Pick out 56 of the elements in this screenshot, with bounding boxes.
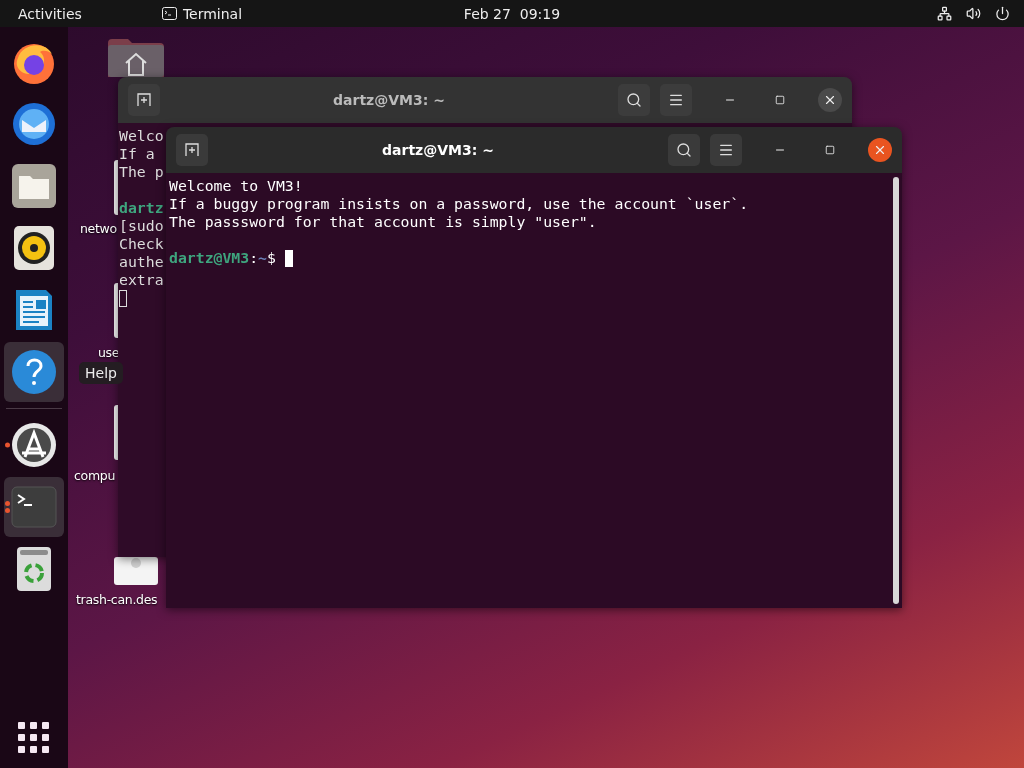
- menu-icon: [718, 142, 734, 158]
- terminal-line: If a buggy program insists on a password, use the account `user`.: [169, 195, 749, 213]
- clock[interactable]: Feb 27 09:19: [463, 5, 561, 22]
- desktop-icon-label: use: [98, 345, 120, 360]
- new-tab-button[interactable]: [176, 134, 208, 166]
- terminal-icon: [161, 7, 177, 20]
- new-tab-icon: [185, 143, 199, 157]
- trash-file-icon: [114, 557, 158, 585]
- window-title: dartz@VM3: ~: [381, 142, 495, 158]
- search-button[interactable]: [618, 84, 650, 116]
- network-icon[interactable]: [937, 6, 952, 21]
- terminal-line: If a: [119, 145, 155, 163]
- menu-button[interactable]: [660, 84, 692, 116]
- close-button[interactable]: [868, 138, 892, 162]
- dock-item[interactable]: [4, 342, 64, 402]
- terminal-line: authe: [119, 253, 164, 271]
- app-grid-icon: [18, 722, 50, 754]
- new-tab-icon: [137, 93, 151, 107]
- desktop-icon-label: trash-can.des: [76, 592, 158, 607]
- terminal-line: Check: [119, 235, 164, 253]
- prompt: dartz: [119, 199, 164, 217]
- terminal-line: The passsword for that account is simply "user".: [169, 213, 597, 231]
- prompt: dartz@VM3:~$: [169, 249, 277, 267]
- search-icon: [676, 142, 692, 158]
- desktop-icon-label: netwo: [80, 221, 117, 236]
- new-tab-button[interactable]: [128, 84, 160, 116]
- power-icon[interactable]: [995, 6, 1010, 21]
- search-button[interactable]: [668, 134, 700, 166]
- home-folder-icon: [108, 37, 164, 77]
- terminal-line: Welcome to VM3!: [169, 177, 303, 195]
- menu-icon: [668, 92, 684, 108]
- terminal-line: [sudo: [119, 217, 164, 235]
- desktop-icon-label: compu: [74, 468, 116, 483]
- activities-button[interactable]: Activities: [0, 0, 100, 27]
- menu-button[interactable]: [710, 134, 742, 166]
- scrollbar[interactable]: [893, 177, 899, 604]
- close-button[interactable]: [818, 88, 842, 112]
- close-icon: [823, 93, 837, 107]
- app-menu-label: Terminal: [182, 5, 243, 22]
- terminal-icon: [10, 483, 58, 531]
- volume-icon[interactable]: [966, 6, 981, 21]
- mail-icon: [10, 100, 58, 148]
- folder-icon: [10, 162, 58, 210]
- maximize-icon: [775, 95, 785, 105]
- search-icon: [626, 92, 642, 108]
- close-icon: [873, 143, 887, 157]
- maximize-icon: [825, 145, 835, 155]
- help-icon: [10, 348, 58, 396]
- app-grid-button[interactable]: [18, 722, 50, 754]
- app-menu[interactable]: Terminal: [149, 0, 255, 27]
- tooltip: Help: [79, 362, 123, 384]
- terminal-line: The p: [119, 163, 164, 181]
- terminal-line: Welco: [119, 127, 164, 145]
- window-title: dartz@VM3: ~: [332, 92, 446, 108]
- terminal-line: extra: [119, 271, 164, 289]
- software-store-icon: [10, 421, 58, 469]
